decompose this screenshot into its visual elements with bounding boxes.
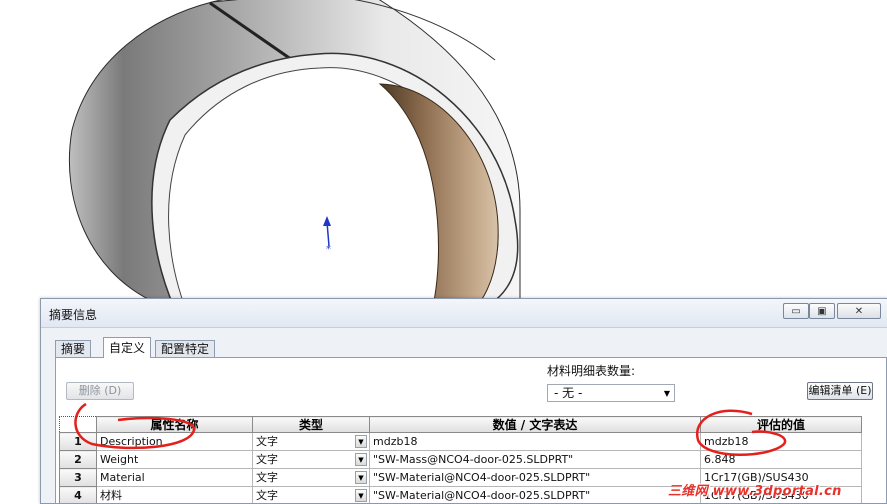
type-value: 文字 — [256, 453, 278, 466]
chevron-down-icon[interactable]: ▼ — [355, 453, 367, 466]
chevron-down-icon[interactable]: ▼ — [355, 471, 367, 484]
column-header-type[interactable]: 类型 — [253, 417, 370, 433]
table-row[interactable]: 1 Description 文字 ▼ mdzb18 mdzb18 — [60, 433, 862, 451]
edit-list-button[interactable]: 编辑清单 (E) — [807, 382, 873, 400]
table-row[interactable]: 2 Weight 文字 ▼ "SW-Mass@NCO4-door-025.SLDP… — [60, 451, 862, 469]
value-expression-cell[interactable]: mdzb18 — [370, 433, 701, 451]
tab-custom[interactable]: 自定义 — [103, 337, 151, 358]
table-corner-cell[interactable] — [60, 417, 97, 433]
type-cell[interactable]: 文字 ▼ — [253, 451, 370, 469]
table-header-row: 属性名称 类型 数值 / 文字表达 评估的值 — [60, 417, 862, 433]
type-cell[interactable]: 文字 ▼ — [253, 487, 370, 504]
chevron-down-icon: ▼ — [664, 385, 670, 402]
row-number[interactable]: 2 — [60, 451, 97, 469]
column-header-value-expression[interactable]: 数值 / 文字表达 — [370, 417, 701, 433]
bom-quantity-select[interactable]: - 无 - ▼ — [547, 384, 675, 402]
row-number[interactable]: 1 — [60, 433, 97, 451]
column-header-property-name[interactable]: 属性名称 — [97, 417, 253, 433]
row-number[interactable]: 4 — [60, 487, 97, 504]
value-expression-cell[interactable]: "SW-Material@NCO4-door-025.SLDPRT" — [370, 487, 701, 504]
summary-info-dialog: 摘要信息 ▭ ▣ ✕ 摘要 自定义 配置特定 材料明细表数量: - 无 - ▼ … — [40, 298, 887, 504]
bom-quantity-value: - 无 - — [554, 386, 582, 400]
maximize-button[interactable]: ▣ — [809, 303, 835, 319]
property-name-cell[interactable]: Weight — [97, 451, 253, 469]
dialog-title: 摘要信息 — [49, 306, 97, 323]
property-name-cell[interactable]: Description — [97, 433, 253, 451]
row-number[interactable]: 3 — [60, 469, 97, 487]
column-header-evaluated-value[interactable]: 评估的值 — [701, 417, 862, 433]
type-cell[interactable]: 文字 ▼ — [253, 433, 370, 451]
dialog-titlebar[interactable]: 摘要信息 ▭ ▣ ✕ — [41, 299, 887, 328]
value-expression-cell[interactable]: "SW-Mass@NCO4-door-025.SLDPRT" — [370, 451, 701, 469]
watermark: 三维网 www.3dportal.cn — [668, 480, 842, 499]
delete-button[interactable]: 删除 (D) — [66, 382, 134, 400]
svg-text:*: * — [326, 244, 331, 255]
property-name-cell[interactable]: Material — [97, 469, 253, 487]
type-cell[interactable]: 文字 ▼ — [253, 469, 370, 487]
type-value: 文字 — [256, 435, 278, 448]
value-expression-cell[interactable]: "SW-Material@NCO4-door-025.SLDPRT" — [370, 469, 701, 487]
close-button[interactable]: ✕ — [837, 303, 881, 319]
tab-summary[interactable]: 摘要 — [55, 340, 91, 357]
type-value: 文字 — [256, 489, 278, 502]
evaluated-value-cell: 6.848 — [701, 451, 862, 469]
sleeve-part[interactable] — [69, 0, 520, 320]
tab-config-specific[interactable]: 配置特定 — [155, 340, 215, 357]
property-name-cell[interactable]: 材料 — [97, 487, 253, 504]
evaluated-value-cell: mdzb18 — [701, 433, 862, 451]
type-value: 文字 — [256, 471, 278, 484]
chevron-down-icon[interactable]: ▼ — [355, 435, 367, 448]
chevron-down-icon[interactable]: ▼ — [355, 489, 367, 502]
bom-quantity-label: 材料明细表数量: — [547, 362, 635, 379]
minimize-button[interactable]: ▭ — [783, 303, 809, 319]
